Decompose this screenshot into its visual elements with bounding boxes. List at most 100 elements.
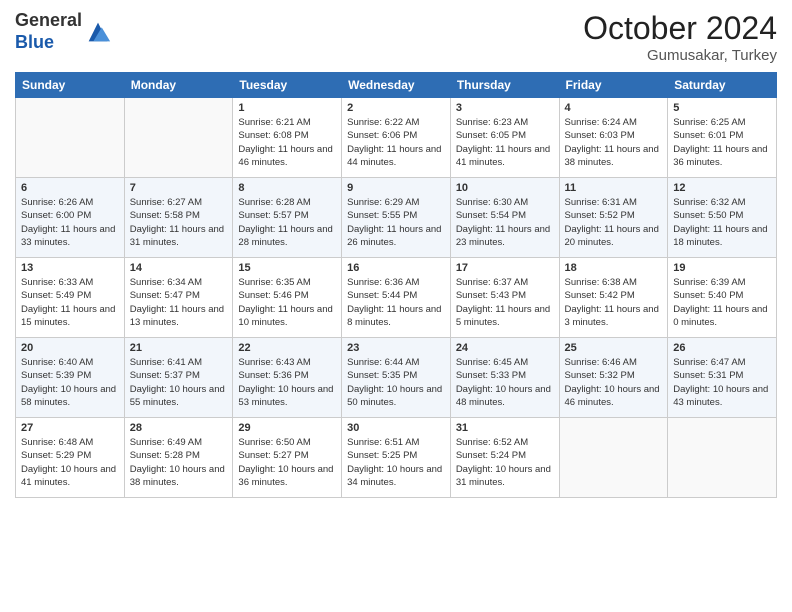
calendar-day-cell: 23 Sunrise: 6:44 AMSunset: 5:35 PMDayligh… (342, 338, 451, 418)
day-info: Sunrise: 6:33 AMSunset: 5:49 PMDaylight:… (21, 276, 119, 329)
day-info: Sunrise: 6:22 AMSunset: 6:06 PMDaylight:… (347, 116, 445, 169)
calendar-week-row: 13 Sunrise: 6:33 AMSunset: 5:49 PMDayligh… (16, 258, 777, 338)
day-info: Sunrise: 6:45 AMSunset: 5:33 PMDaylight:… (456, 356, 554, 409)
day-info: Sunrise: 6:40 AMSunset: 5:39 PMDaylight:… (21, 356, 119, 409)
calendar-day-cell: 21 Sunrise: 6:41 AMSunset: 5:37 PMDayligh… (124, 338, 233, 418)
calendar-day-cell: 11 Sunrise: 6:31 AMSunset: 5:52 PMDayligh… (559, 178, 668, 258)
day-info: Sunrise: 6:31 AMSunset: 5:52 PMDaylight:… (565, 196, 663, 249)
calendar-day-cell: 15 Sunrise: 6:35 AMSunset: 5:46 PMDayligh… (233, 258, 342, 338)
calendar-day-cell (559, 418, 668, 498)
day-info: Sunrise: 6:29 AMSunset: 5:55 PMDaylight:… (347, 196, 445, 249)
calendar-day-cell: 10Sunrise: 6:30 AMSunset: 5:54 PMDayligh… (450, 178, 559, 258)
day-info: Sunrise: 6:24 AMSunset: 6:03 PMDaylight:… (565, 116, 663, 169)
logo-text: General Blue (15, 10, 82, 53)
calendar-week-row: 27 Sunrise: 6:48 AMSunset: 5:29 PMDayligh… (16, 418, 777, 498)
day-number: 15 (238, 262, 336, 274)
calendar-day-cell: 19Sunrise: 6:39 AMSunset: 5:40 PMDayligh… (668, 258, 777, 338)
calendar-day-cell: 30Sunrise: 6:51 AMSunset: 5:25 PMDayligh… (342, 418, 451, 498)
day-number: 17 (456, 262, 554, 274)
day-number: 9 (347, 182, 445, 194)
calendar-day-cell: 20 Sunrise: 6:40 AMSunset: 5:39 PMDayligh… (16, 338, 125, 418)
calendar-day-cell: 24Sunrise: 6:45 AMSunset: 5:33 PMDayligh… (450, 338, 559, 418)
day-number: 2 (347, 102, 445, 114)
calendar-week-row: 1 Sunrise: 6:21 AMSunset: 6:08 PMDaylight… (16, 98, 777, 178)
header: General Blue October 2024 Gumusakar, Tur… (15, 10, 777, 64)
day-number: 22 (238, 342, 336, 354)
day-info: Sunrise: 6:39 AMSunset: 5:40 PMDaylight:… (673, 276, 771, 329)
calendar-day-cell: 27 Sunrise: 6:48 AMSunset: 5:29 PMDayligh… (16, 418, 125, 498)
day-info: Sunrise: 6:37 AMSunset: 5:43 PMDaylight:… (456, 276, 554, 329)
calendar-day-cell: 16 Sunrise: 6:36 AMSunset: 5:44 PMDayligh… (342, 258, 451, 338)
title-block: October 2024 Gumusakar, Turkey (583, 10, 777, 64)
calendar-day-cell: 14 Sunrise: 6:34 AMSunset: 5:47 PMDayligh… (124, 258, 233, 338)
day-info: Sunrise: 6:27 AMSunset: 5:58 PMDaylight:… (130, 196, 228, 249)
day-info: Sunrise: 6:26 AMSunset: 6:00 PMDaylight:… (21, 196, 119, 249)
calendar-day-cell: 6Sunrise: 6:26 AMSunset: 6:00 PMDaylight… (16, 178, 125, 258)
day-number: 3 (456, 102, 554, 114)
day-number: 10 (456, 182, 554, 194)
calendar-day-cell: 17 Sunrise: 6:37 AMSunset: 5:43 PMDayligh… (450, 258, 559, 338)
day-number: 21 (130, 342, 228, 354)
calendar-day-cell: 18 Sunrise: 6:38 AMSunset: 5:42 PMDayligh… (559, 258, 668, 338)
day-number: 5 (673, 102, 771, 114)
calendar-day-cell: 8Sunrise: 6:28 AMSunset: 5:57 PMDaylight… (233, 178, 342, 258)
logo-general: General (15, 10, 82, 30)
day-info: Sunrise: 6:32 AMSunset: 5:50 PMDaylight:… (673, 196, 771, 249)
day-info: Sunrise: 6:38 AMSunset: 5:42 PMDaylight:… (565, 276, 663, 329)
day-info: Sunrise: 6:48 AMSunset: 5:29 PMDaylight:… (21, 436, 119, 489)
day-info: Sunrise: 6:52 AMSunset: 5:24 PMDaylight:… (456, 436, 554, 489)
day-number: 7 (130, 182, 228, 194)
calendar-day-cell: 9 Sunrise: 6:29 AMSunset: 5:55 PMDaylight… (342, 178, 451, 258)
day-number: 1 (238, 102, 336, 114)
logo-icon (84, 18, 112, 46)
day-info: Sunrise: 6:23 AMSunset: 6:05 PMDaylight:… (456, 116, 554, 169)
day-number: 18 (565, 262, 663, 274)
day-info: Sunrise: 6:25 AMSunset: 6:01 PMDaylight:… (673, 116, 771, 169)
logo: General Blue (15, 10, 112, 53)
calendar-day-cell: 1 Sunrise: 6:21 AMSunset: 6:08 PMDaylight… (233, 98, 342, 178)
day-info: Sunrise: 6:35 AMSunset: 5:46 PMDaylight:… (238, 276, 336, 329)
day-info: Sunrise: 6:49 AMSunset: 5:28 PMDaylight:… (130, 436, 228, 489)
calendar-day-cell: 12 Sunrise: 6:32 AMSunset: 5:50 PMDayligh… (668, 178, 777, 258)
day-info: Sunrise: 6:36 AMSunset: 5:44 PMDaylight:… (347, 276, 445, 329)
day-number: 26 (673, 342, 771, 354)
logo-blue: Blue (15, 32, 54, 52)
calendar-day-cell: 22Sunrise: 6:43 AMSunset: 5:36 PMDayligh… (233, 338, 342, 418)
day-number: 12 (673, 182, 771, 194)
calendar-header-row: SundayMondayTuesdayWednesdayThursdayFrid… (16, 73, 777, 98)
day-number: 30 (347, 422, 445, 434)
day-number: 27 (21, 422, 119, 434)
day-number: 23 (347, 342, 445, 354)
calendar-day-cell: 2 Sunrise: 6:22 AMSunset: 6:06 PMDaylight… (342, 98, 451, 178)
day-info: Sunrise: 6:41 AMSunset: 5:37 PMDaylight:… (130, 356, 228, 409)
month-title: October 2024 (583, 10, 777, 47)
calendar-day-cell: 13 Sunrise: 6:33 AMSunset: 5:49 PMDayligh… (16, 258, 125, 338)
page: General Blue October 2024 Gumusakar, Tur… (0, 0, 792, 612)
calendar-day-cell: 25Sunrise: 6:46 AMSunset: 5:32 PMDayligh… (559, 338, 668, 418)
calendar-day-cell (668, 418, 777, 498)
location: Gumusakar, Turkey (583, 47, 777, 64)
calendar-day-cell: 3 Sunrise: 6:23 AMSunset: 6:05 PMDaylight… (450, 98, 559, 178)
calendar-day-cell: 7 Sunrise: 6:27 AMSunset: 5:58 PMDaylight… (124, 178, 233, 258)
calendar-day-cell: 5 Sunrise: 6:25 AMSunset: 6:01 PMDaylight… (668, 98, 777, 178)
day-number: 29 (238, 422, 336, 434)
calendar-day-cell (124, 98, 233, 178)
day-of-week-header: Saturday (668, 73, 777, 98)
day-info: Sunrise: 6:34 AMSunset: 5:47 PMDaylight:… (130, 276, 228, 329)
day-of-week-header: Monday (124, 73, 233, 98)
day-number: 8 (238, 182, 336, 194)
day-of-week-header: Thursday (450, 73, 559, 98)
calendar-week-row: 6Sunrise: 6:26 AMSunset: 6:00 PMDaylight… (16, 178, 777, 258)
day-info: Sunrise: 6:44 AMSunset: 5:35 PMDaylight:… (347, 356, 445, 409)
day-info: Sunrise: 6:21 AMSunset: 6:08 PMDaylight:… (238, 116, 336, 169)
day-number: 31 (456, 422, 554, 434)
day-number: 16 (347, 262, 445, 274)
day-number: 14 (130, 262, 228, 274)
day-info: Sunrise: 6:47 AMSunset: 5:31 PMDaylight:… (673, 356, 771, 409)
day-number: 20 (21, 342, 119, 354)
day-number: 13 (21, 262, 119, 274)
calendar-day-cell: 31 Sunrise: 6:52 AMSunset: 5:24 PMDayligh… (450, 418, 559, 498)
day-of-week-header: Friday (559, 73, 668, 98)
day-number: 11 (565, 182, 663, 194)
day-info: Sunrise: 6:50 AMSunset: 5:27 PMDaylight:… (238, 436, 336, 489)
